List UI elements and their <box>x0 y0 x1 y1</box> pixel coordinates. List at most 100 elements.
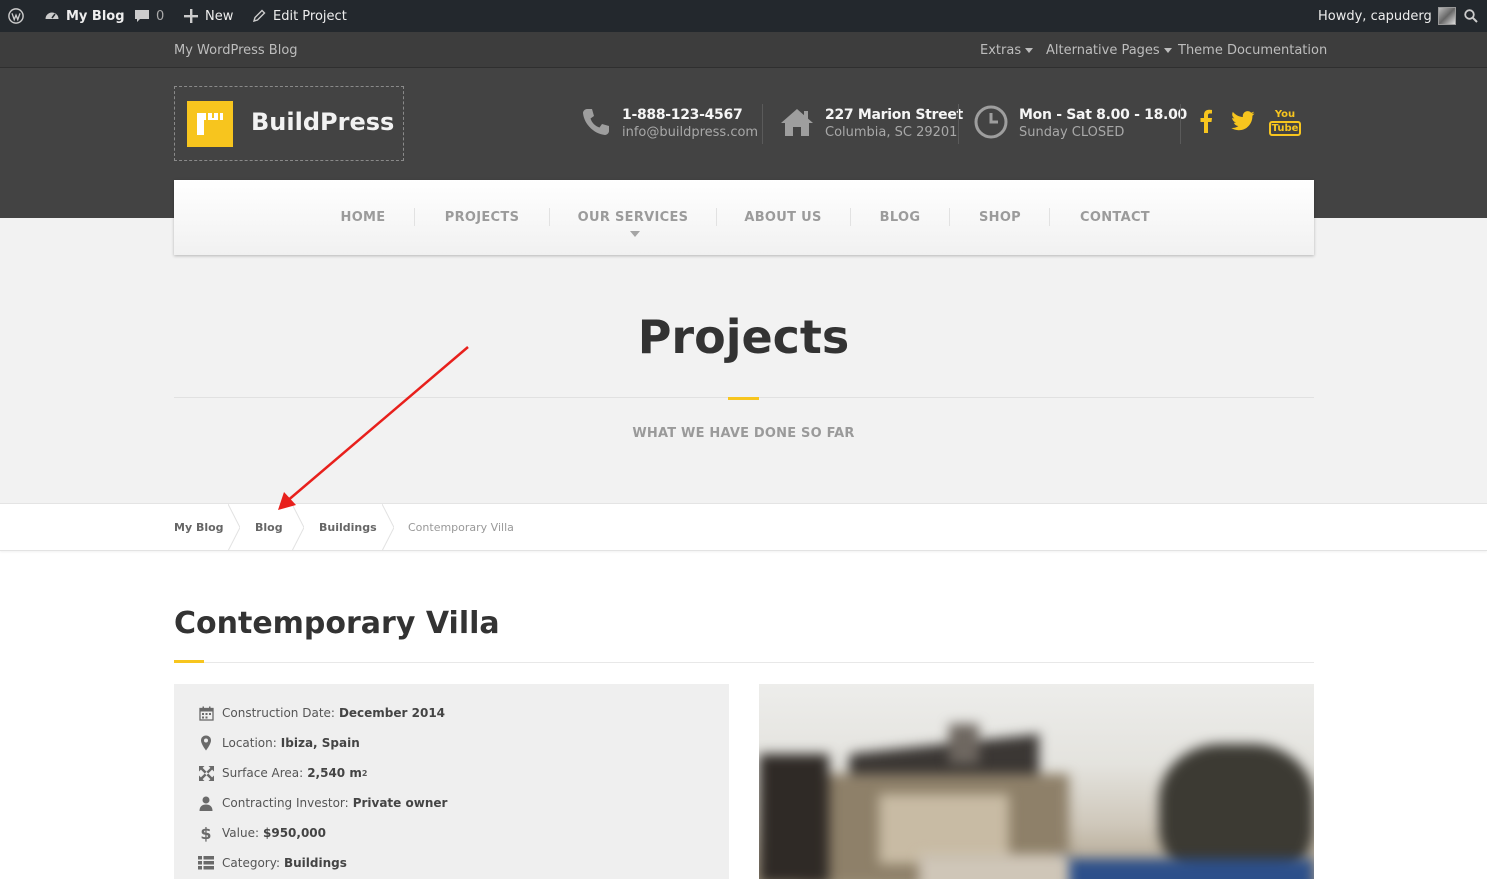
greeting: Howdy, capuderg <box>1318 8 1432 24</box>
contact-widget-address: 227 Marion Street Columbia, SC 29201 <box>779 104 963 144</box>
top-bar: My WordPress Blog Extras Alternative Pag… <box>0 32 1487 68</box>
project-title-accent-bar <box>174 660 204 663</box>
youtube-link[interactable]: You Tube <box>1268 109 1302 136</box>
project-title-divider <box>174 662 1314 663</box>
dashboard-icon <box>44 8 60 24</box>
detail-label: Contracting Investor: <box>222 796 349 810</box>
expand-icon <box>198 765 214 781</box>
comments-link[interactable]: 0 <box>134 0 164 32</box>
calendar-icon <box>198 705 214 721</box>
nav-home[interactable]: HOME <box>332 180 394 255</box>
site-name-link[interactable]: My Blog <box>44 0 125 32</box>
map-marker-icon <box>198 735 214 751</box>
site-logo[interactable]: BuildPress <box>174 86 404 161</box>
header-divider <box>1180 104 1181 144</box>
edit-project-link[interactable]: Edit Project <box>251 0 347 32</box>
detail-construction-date: Construction Date: December 2014 <box>198 703 445 723</box>
nav-divider <box>949 208 950 226</box>
detail-value: 2,540 m <box>307 766 362 780</box>
breadcrumb-buildings[interactable]: Buildings <box>319 504 377 551</box>
page-title: Projects <box>637 310 850 364</box>
detail-value: Ibiza, Spain <box>280 736 360 750</box>
caret-down-icon <box>1163 47 1172 53</box>
avatar <box>1437 7 1456 25</box>
facebook-icon <box>1199 109 1213 137</box>
top-menu-label: Alternative Pages <box>1046 42 1160 58</box>
detail-label: Location: <box>222 736 277 750</box>
main-navigation: HOME PROJECTS OUR SERVICES ABOUT US BLOG… <box>174 180 1314 255</box>
nav-about-us[interactable]: ABOUT US <box>738 180 828 255</box>
breadcrumb-separator <box>228 504 240 551</box>
submenu-caret-icon <box>630 231 640 237</box>
breadcrumb-separator <box>292 504 304 551</box>
nav-divider <box>716 208 717 226</box>
address-city: Columbia, SC 29201 <box>825 125 958 140</box>
comments-count: 0 <box>156 8 165 24</box>
facebook-link[interactable] <box>1196 109 1216 137</box>
caret-down-icon <box>1025 47 1034 53</box>
new-label: New <box>205 8 234 24</box>
nav-shop[interactable]: SHOP <box>970 180 1030 255</box>
detail-value-amount: $950,000 <box>263 826 327 840</box>
logo-mark-icon <box>187 101 233 147</box>
detail-location: Location: Ibiza, Spain <box>198 733 360 753</box>
edit-label: Edit Project <box>273 8 347 24</box>
nav-divider <box>549 208 550 226</box>
image-tree-shape <box>759 754 829 879</box>
nav-divider <box>414 208 415 226</box>
youtube-icon-top: You <box>1274 109 1296 120</box>
phone-icon <box>580 106 612 142</box>
detail-label: Category: <box>222 856 280 870</box>
site-tagline: My WordPress Blog <box>174 42 298 58</box>
breadcrumb-blog[interactable]: Blog <box>255 504 283 551</box>
clock-icon <box>973 104 1009 144</box>
header-divider <box>762 104 763 144</box>
breadcrumb-separator <box>382 504 394 551</box>
project-title: Contemporary Villa <box>174 606 500 641</box>
nav-our-services[interactable]: OUR SERVICES <box>572 180 694 255</box>
youtube-icon: Tube <box>1268 121 1302 136</box>
breadcrumb-current: Contemporary Villa <box>408 521 514 534</box>
breadcrumb-my-blog[interactable]: My Blog <box>174 504 224 551</box>
nav-projects[interactable]: PROJECTS <box>436 180 528 255</box>
nav-divider <box>850 208 851 226</box>
detail-surface-area: Surface Area: 2,540 m2 <box>198 763 367 783</box>
email-address: info@buildpress.com <box>622 125 759 140</box>
nav-blog[interactable]: BLOG <box>872 180 928 255</box>
project-image[interactable] <box>759 684 1314 879</box>
dollar-icon: $ <box>200 823 212 843</box>
admin-search-button[interactable] <box>1463 0 1479 32</box>
phone-number: 1-888-123-4567 <box>622 107 743 123</box>
detail-category: Category: Buildings <box>198 853 347 873</box>
detail-value: Buildings <box>283 856 347 870</box>
image-chimney-shape <box>949 724 979 764</box>
detail-value: Private owner <box>352 796 448 810</box>
detail-label: Construction Date: <box>222 706 335 720</box>
image-pool-shape <box>1059 859 1314 879</box>
top-menu-extras[interactable]: Extras <box>980 32 1034 68</box>
top-menu-label: Extras <box>980 42 1022 58</box>
plus-icon <box>183 8 199 24</box>
detail-value-superscript: 2 <box>361 768 368 778</box>
title-accent-bar <box>728 397 759 400</box>
top-menu-alternative-pages[interactable]: Alternative Pages <box>1046 32 1172 68</box>
my-account-link[interactable]: Howdy, capuderg <box>1318 0 1456 32</box>
wordpress-icon <box>8 8 24 24</box>
comment-icon <box>134 8 150 24</box>
twitter-link[interactable] <box>1230 110 1256 136</box>
detail-value: $ Value: $950,000 <box>198 823 326 843</box>
new-content-link[interactable]: New <box>183 0 233 32</box>
header-divider <box>958 104 959 144</box>
nav-contact[interactable]: CONTACT <box>1072 180 1158 255</box>
address-street: 227 Marion Street <box>825 107 963 123</box>
home-icon <box>779 106 815 142</box>
twitter-icon <box>1231 111 1255 135</box>
contact-widget-hours: Mon - Sat 8.00 - 18.00 Sunday CLOSED <box>973 104 1187 144</box>
detail-contracting-investor: Contracting Investor: Private owner <box>198 793 447 813</box>
hours-sunday: Sunday CLOSED <box>1019 125 1125 140</box>
page-subtitle: WHAT WE HAVE DONE SO FAR <box>632 426 855 441</box>
image-deck-shape <box>919 854 1069 879</box>
admin-bar: My Blog 0 New Edit Project Howdy, capude… <box>0 0 1487 32</box>
top-menu-theme-documentation[interactable]: Theme Documentation <box>1178 32 1327 68</box>
wordpress-logo-button[interactable] <box>8 0 24 32</box>
